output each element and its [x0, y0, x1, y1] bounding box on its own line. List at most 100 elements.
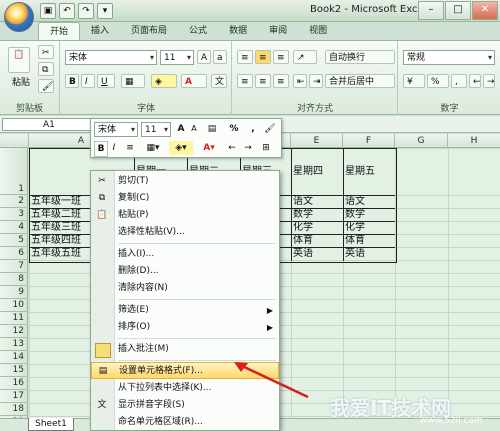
mini-center-icon[interactable]: ≡ — [123, 141, 137, 155]
orientation-icon[interactable]: ↗ — [293, 50, 317, 64]
sheet-tab-sheet1[interactable]: Sheet1 — [28, 418, 74, 431]
cell-a2[interactable]: 五年级一班 — [31, 195, 81, 208]
redo-icon[interactable]: ↷ — [78, 3, 94, 19]
menu-item-cut[interactable]: ✂ 剪切(T) — [91, 173, 279, 190]
bold-button[interactable]: B — [65, 74, 79, 88]
tab-view[interactable]: 视图 — [298, 22, 338, 40]
increase-indent-icon[interactable]: ⇥ — [309, 74, 323, 88]
menu-item-sort[interactable]: 排序(O) ▶ — [91, 319, 279, 336]
row-header-6[interactable]: 6 — [0, 247, 28, 260]
row-header-1[interactable]: 1 — [0, 148, 28, 195]
cell-f6[interactable]: 英语 — [345, 247, 365, 260]
cell-a3[interactable]: 五年级二班 — [31, 208, 81, 221]
mini-format-painter-icon[interactable]: 🖌 — [263, 122, 277, 136]
font-color-icon[interactable]: A — [181, 74, 207, 88]
close-button[interactable]: ✕ — [472, 1, 498, 20]
row-header-15[interactable]: 15 — [0, 364, 28, 377]
decrease-decimal-icon[interactable]: → — [483, 74, 495, 88]
row-header-13[interactable]: 13 — [0, 338, 28, 351]
currency-icon[interactable]: ¥ — [403, 74, 425, 88]
select-all-corner[interactable] — [0, 134, 29, 148]
column-header-h[interactable]: H — [448, 134, 500, 148]
comma-icon[interactable]: , — [451, 74, 467, 88]
cell-f3[interactable]: 数学 — [345, 208, 365, 221]
minimize-button[interactable]: – — [418, 1, 444, 20]
tab-page-layout[interactable]: 页面布局 — [120, 22, 178, 40]
save-icon[interactable]: ▣ — [40, 3, 56, 19]
mini-borders-icon[interactable]: ▦▾ — [141, 141, 165, 155]
wrap-text-button[interactable]: 自动换行 — [325, 50, 395, 64]
row-header-18[interactable]: 18 — [0, 403, 28, 416]
fill-color-icon[interactable]: ◈ — [151, 74, 177, 88]
row-header-3[interactable]: 3 — [0, 208, 28, 221]
menu-item-clear-contents[interactable]: 清除内容(N) — [91, 280, 279, 297]
mini-size-select[interactable]: 11 — [141, 122, 171, 137]
number-format-select[interactable]: 常规 — [403, 50, 495, 65]
align-bottom-icon[interactable]: ≡ — [273, 50, 289, 64]
tab-data[interactable]: 数据 — [218, 22, 258, 40]
align-right-icon[interactable]: ≡ — [273, 74, 289, 88]
align-left-icon[interactable]: ≡ — [237, 74, 253, 88]
grow-font-icon[interactable]: A — [197, 50, 211, 64]
row-header-2[interactable]: 2 — [0, 195, 28, 208]
mini-bold-button[interactable]: B — [94, 141, 108, 157]
mini-merge-icon[interactable]: ⊞ — [259, 141, 273, 155]
cut-icon[interactable]: ✂ — [38, 45, 54, 59]
cell-f1[interactable]: 星期五 — [345, 165, 375, 178]
format-painter-icon[interactable]: 🖌 — [38, 79, 54, 93]
cell-e2[interactable]: 语文 — [293, 195, 313, 208]
cell-e5[interactable]: 体育 — [293, 234, 313, 247]
cell-e4[interactable]: 化学 — [293, 221, 313, 234]
row-header-17[interactable]: 17 — [0, 390, 28, 403]
paste-label[interactable]: 粘贴 — [12, 75, 30, 88]
office-button[interactable] — [4, 2, 34, 32]
cell-f5[interactable]: 体育 — [345, 234, 365, 247]
menu-item-define-name[interactable]: 命名单元格区域(R)... — [91, 414, 279, 431]
menu-item-copy[interactable]: ⧉ 复制(C) — [91, 190, 279, 207]
mini-decrease-decimal-icon[interactable]: ← — [225, 141, 239, 155]
row-header-5[interactable]: 5 — [0, 234, 28, 247]
tab-review[interactable]: 审阅 — [258, 22, 298, 40]
decrease-indent-icon[interactable]: ⇤ — [293, 74, 307, 88]
tab-home[interactable]: 开始 — [38, 22, 81, 41]
merge-center-button[interactable]: 合并后居中 — [325, 74, 395, 88]
mini-percent-button[interactable]: % — [227, 122, 241, 136]
copy-icon[interactable]: ⧉ — [38, 62, 54, 76]
mini-font-color-icon[interactable]: A▾ — [197, 141, 221, 155]
font-size-select[interactable]: 11 — [160, 50, 194, 65]
underline-button[interactable]: U — [97, 74, 115, 88]
menu-item-paste[interactable]: 📋 粘贴(P) — [91, 207, 279, 224]
mini-shrink-font-button[interactable]: A — [188, 122, 200, 136]
menu-item-paste-special[interactable]: 选择性粘贴(V)... — [91, 224, 279, 241]
increase-decimal-icon[interactable]: ← — [469, 74, 481, 88]
mini-increase-decimal-icon[interactable]: → — [241, 141, 255, 155]
maximize-button[interactable]: □ — [445, 1, 471, 20]
align-middle-icon[interactable]: ≡ — [255, 50, 271, 64]
borders-icon[interactable]: ▦ — [121, 74, 145, 88]
align-top-icon[interactable]: ≡ — [237, 50, 253, 64]
row-header-16[interactable]: 16 — [0, 377, 28, 390]
italic-button[interactable]: I — [81, 74, 95, 88]
mini-comma-button[interactable]: , — [247, 122, 259, 136]
cell-e3[interactable]: 数学 — [293, 208, 313, 221]
menu-item-delete[interactable]: 删除(D)... — [91, 263, 279, 280]
cell-a5[interactable]: 五年级四班 — [31, 234, 81, 247]
shrink-font-icon[interactable]: a — [213, 50, 227, 64]
mini-font-select[interactable]: 宋体 — [94, 122, 138, 137]
mini-fill-color-icon[interactable]: ◈▾ — [169, 141, 193, 155]
row-header-12[interactable]: 12 — [0, 325, 28, 338]
column-header-f[interactable]: F — [343, 134, 395, 148]
cell-e1[interactable]: 星期四 — [293, 165, 323, 178]
percent-button[interactable]: % — [427, 74, 449, 88]
tab-formulas[interactable]: 公式 — [178, 22, 218, 40]
row-header-11[interactable]: 11 — [0, 312, 28, 325]
mini-number-format-icon[interactable]: ▤ — [203, 122, 221, 136]
mini-italic-button[interactable]: I — [108, 141, 120, 155]
row-header-8[interactable]: 8 — [0, 273, 28, 286]
customize-qat-icon[interactable]: ▾ — [97, 3, 113, 19]
cell-a4[interactable]: 五年级三班 — [31, 221, 81, 234]
mini-grow-font-button[interactable]: A — [175, 122, 187, 136]
column-header-e[interactable]: E — [291, 134, 343, 148]
row-header-14[interactable]: 14 — [0, 351, 28, 364]
row-header-4[interactable]: 4 — [0, 221, 28, 234]
